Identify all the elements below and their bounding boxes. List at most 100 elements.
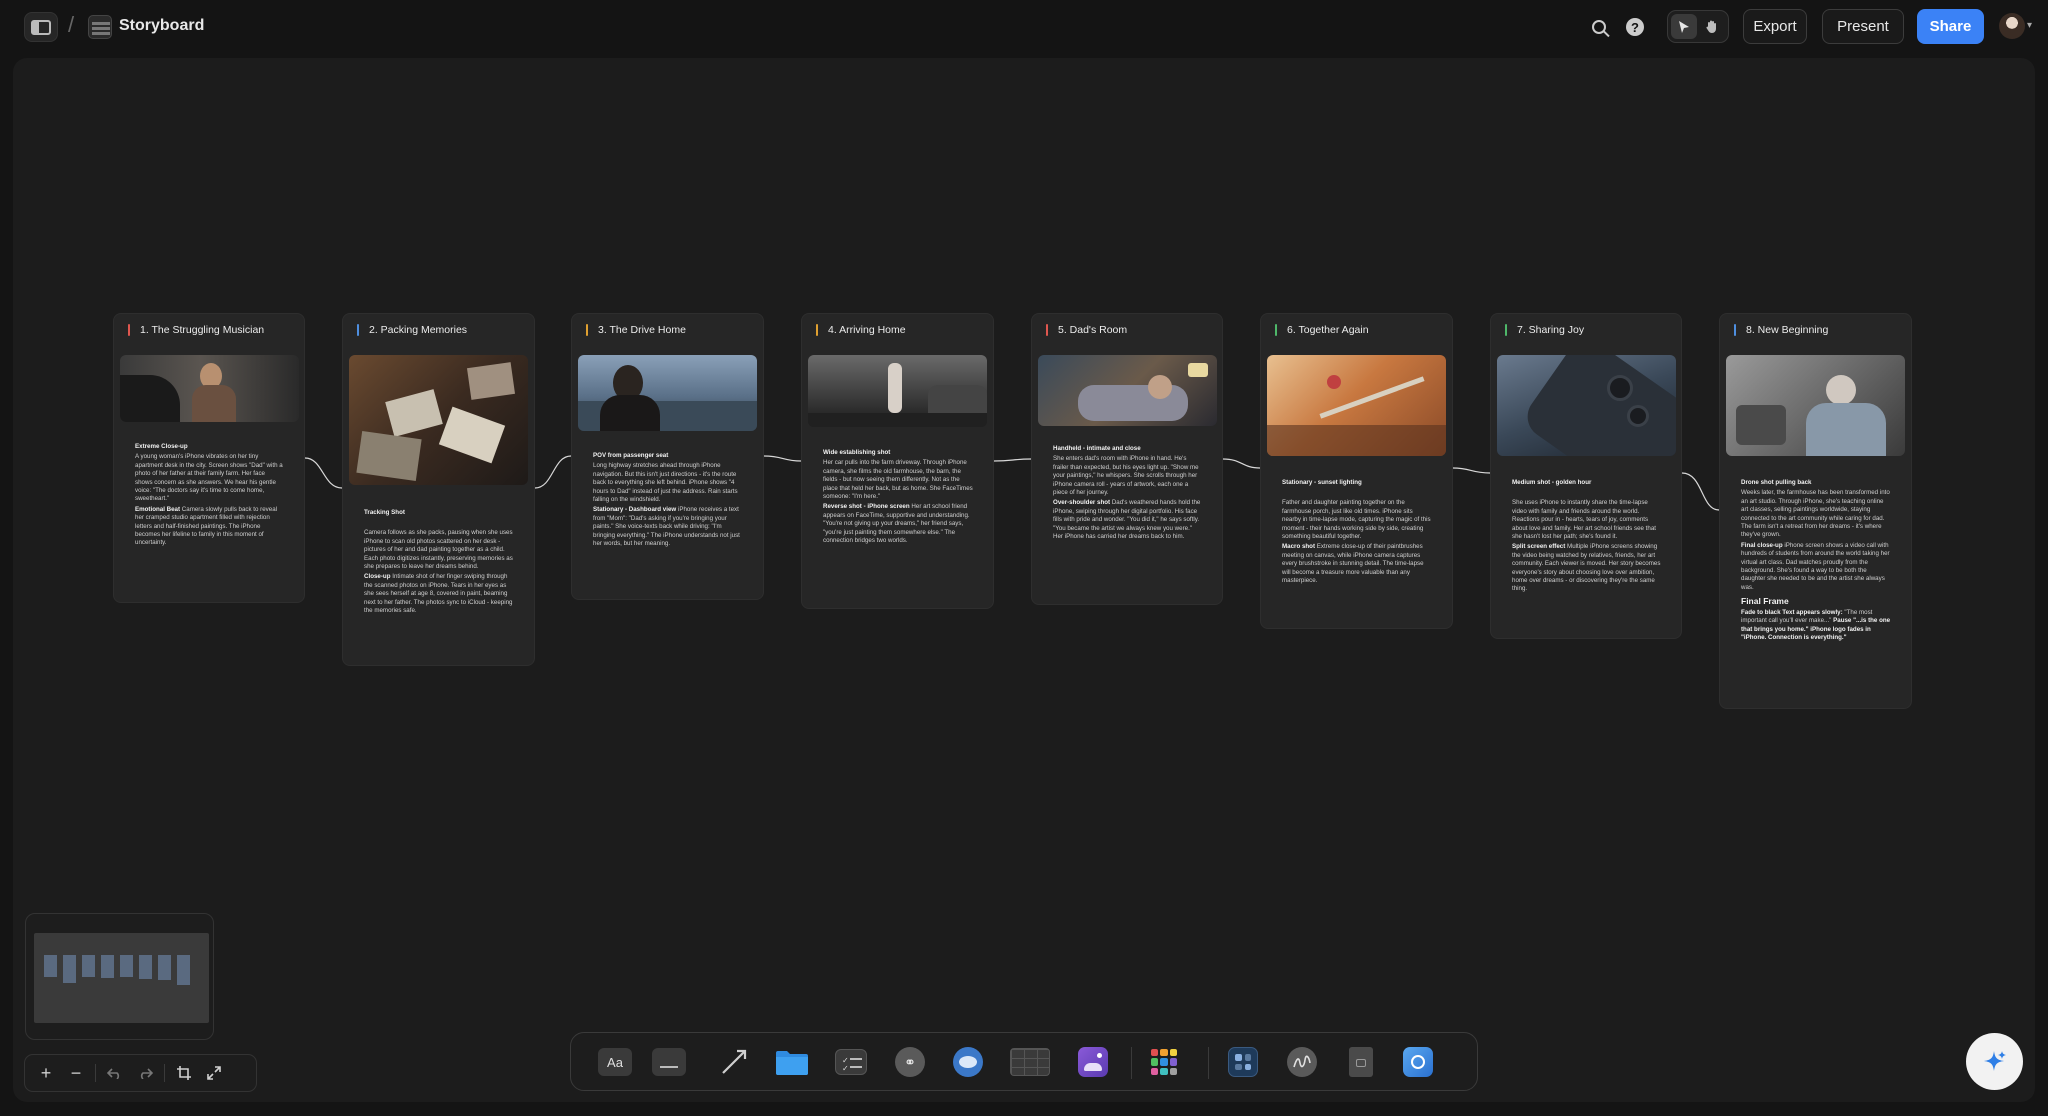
scene-accent-bar xyxy=(586,324,588,336)
share-button[interactable]: Share xyxy=(1917,9,1984,44)
checklist-tool[interactable]: ✓ ✓ xyxy=(834,1047,868,1077)
document-thumbnail-icon[interactable] xyxy=(88,15,112,39)
minimap-card xyxy=(120,955,133,977)
widget-icon xyxy=(1228,1047,1258,1077)
storyboard-canvas[interactable]: 1. The Struggling Musician Extreme Close… xyxy=(13,58,2035,1102)
scene-accent-bar xyxy=(1505,324,1507,336)
scene-card-6[interactable]: 6. Together Again Stationary - sunset li… xyxy=(1260,313,1453,629)
document-icon xyxy=(1349,1047,1373,1077)
link-tool[interactable]: ⚭ xyxy=(893,1047,927,1077)
shot-text: Multiple iPhone screens showing the vide… xyxy=(1512,543,1661,593)
crop-icon xyxy=(177,1066,191,1080)
minimap-viewport[interactable] xyxy=(34,933,209,1023)
scene-accent-bar xyxy=(357,324,359,336)
shot-heading: Wide establishing shot xyxy=(823,449,891,456)
scene-card-5[interactable]: 5. Dad's Room Handheld - intimate and cl… xyxy=(1031,313,1223,605)
document-title[interactable]: Storyboard xyxy=(119,17,204,35)
toolbar-separator xyxy=(1208,1047,1209,1079)
present-button[interactable]: Present xyxy=(1822,9,1904,44)
shot-heading: Drone shot pulling back xyxy=(1741,479,1812,486)
export-button[interactable]: Export xyxy=(1743,9,1807,44)
scribble-icon xyxy=(1287,1047,1317,1077)
scene-card-4[interactable]: 4. Arriving Home Wide establishing shot … xyxy=(801,313,994,609)
assistant-tool[interactable] xyxy=(1401,1047,1435,1077)
scene-title: 8. New Beginning xyxy=(1734,324,1828,336)
minimap-card xyxy=(63,955,76,983)
widget-tool[interactable] xyxy=(1226,1047,1260,1077)
sticky-tool[interactable] xyxy=(652,1047,686,1077)
scene-title-text: 6. Together Again xyxy=(1287,324,1369,336)
connector-7-8 xyxy=(1681,472,1720,511)
search-button[interactable] xyxy=(1584,12,1614,42)
magic-icon xyxy=(1403,1047,1433,1077)
scene-image xyxy=(578,355,757,431)
scene-card-2[interactable]: 2. Packing Memories Tracking Shot Camera… xyxy=(342,313,535,666)
minimap-card xyxy=(82,955,95,977)
scene-image xyxy=(1726,355,1905,456)
scene-accent-bar xyxy=(1275,324,1277,336)
undo-icon xyxy=(107,1068,120,1079)
scene-title: 7. Sharing Joy xyxy=(1505,324,1584,336)
final-frame-logo-line: iPhone logo fades in xyxy=(1810,625,1871,633)
select-tool-button[interactable] xyxy=(1671,14,1697,39)
scene-card-8[interactable]: 8. New Beginning Drone shot pulling back… xyxy=(1719,313,1912,709)
chevron-down-icon[interactable]: ▾ xyxy=(2027,20,2032,31)
final-frame-closing: "iPhone. Connection is everything." xyxy=(1741,633,1847,641)
scene-card-7[interactable]: 7. Sharing Joy Medium shot - golden hour… xyxy=(1490,313,1682,639)
link-icon: ⚭ xyxy=(895,1047,925,1077)
comment-tool[interactable] xyxy=(951,1047,985,1077)
sidebar-toggle-button[interactable] xyxy=(24,12,58,42)
zoom-out-button[interactable]: − xyxy=(61,1058,91,1088)
image-tool[interactable] xyxy=(1076,1047,1110,1077)
shot-text: She enters dad's room with iPhone in han… xyxy=(1053,455,1199,497)
search-icon xyxy=(1592,20,1606,34)
avatar[interactable] xyxy=(1999,13,2025,39)
redo-button[interactable] xyxy=(130,1058,160,1088)
ai-assistant-button[interactable] xyxy=(1966,1033,2023,1090)
file-tool[interactable] xyxy=(1344,1047,1378,1077)
shot-heading: Final close-up xyxy=(1741,541,1783,549)
toolbar-separator xyxy=(1131,1047,1132,1079)
undo-button[interactable] xyxy=(100,1058,130,1088)
image-icon xyxy=(1078,1047,1108,1077)
expand-icon xyxy=(207,1066,221,1080)
fit-to-screen-button[interactable] xyxy=(169,1058,199,1088)
text-tool[interactable]: Aa xyxy=(598,1047,632,1077)
scene-title: 6. Together Again xyxy=(1275,324,1369,336)
final-frame-label: Fade to black Text appears slowly: xyxy=(1741,608,1843,616)
apps-tool[interactable] xyxy=(1147,1047,1181,1077)
minimap-card xyxy=(44,955,57,977)
connector-4-5 xyxy=(993,458,1032,462)
minimap-card xyxy=(158,955,171,980)
scene-title: 2. Packing Memories xyxy=(357,324,467,336)
scene-description: POV from passenger seat Long highway str… xyxy=(593,452,743,550)
scene-accent-bar xyxy=(1734,324,1736,336)
arrow-tool[interactable] xyxy=(717,1047,751,1077)
zoom-in-button[interactable]: + xyxy=(31,1058,61,1088)
scene-title-text: 1. The Struggling Musician xyxy=(140,324,265,336)
scene-title: 3. The Drive Home xyxy=(586,324,686,336)
apps-grid-icon xyxy=(1151,1049,1177,1075)
sketch-tool[interactable] xyxy=(1285,1047,1319,1077)
hand-tool-button[interactable] xyxy=(1699,14,1725,39)
pointer-mode-toggle xyxy=(1667,10,1729,43)
shot-text: Weeks later, the farmhouse has been tran… xyxy=(1741,489,1890,539)
shot-heading: Extreme Close-up xyxy=(135,443,188,450)
shot-text: Long highway stretches ahead through iPh… xyxy=(593,462,738,504)
scene-description: Stationary - sunset lighting Father and … xyxy=(1282,479,1432,587)
help-icon: ? xyxy=(1626,18,1644,36)
redo-icon xyxy=(140,1068,153,1079)
scene-card-1[interactable]: 1. The Struggling Musician Extreme Close… xyxy=(113,313,305,603)
minimap[interactable] xyxy=(25,913,214,1040)
fullscreen-button[interactable] xyxy=(199,1058,229,1088)
help-button[interactable]: ? xyxy=(1620,12,1650,42)
insert-toolbar: Aa ✓ ✓ ⚭ xyxy=(570,1032,1478,1091)
connector-5-6 xyxy=(1222,458,1261,469)
shot-text: She uses iPhone to instantly share the t… xyxy=(1512,499,1656,541)
scene-card-3[interactable]: 3. The Drive Home POV from passenger sea… xyxy=(571,313,764,600)
breadcrumb-separator: / xyxy=(68,12,75,37)
scene-description: Tracking Shot Camera follows as she pack… xyxy=(364,509,514,617)
sparkle-icon xyxy=(1983,1050,2006,1071)
folder-tool[interactable] xyxy=(775,1047,809,1077)
table-tool[interactable] xyxy=(1009,1047,1051,1077)
